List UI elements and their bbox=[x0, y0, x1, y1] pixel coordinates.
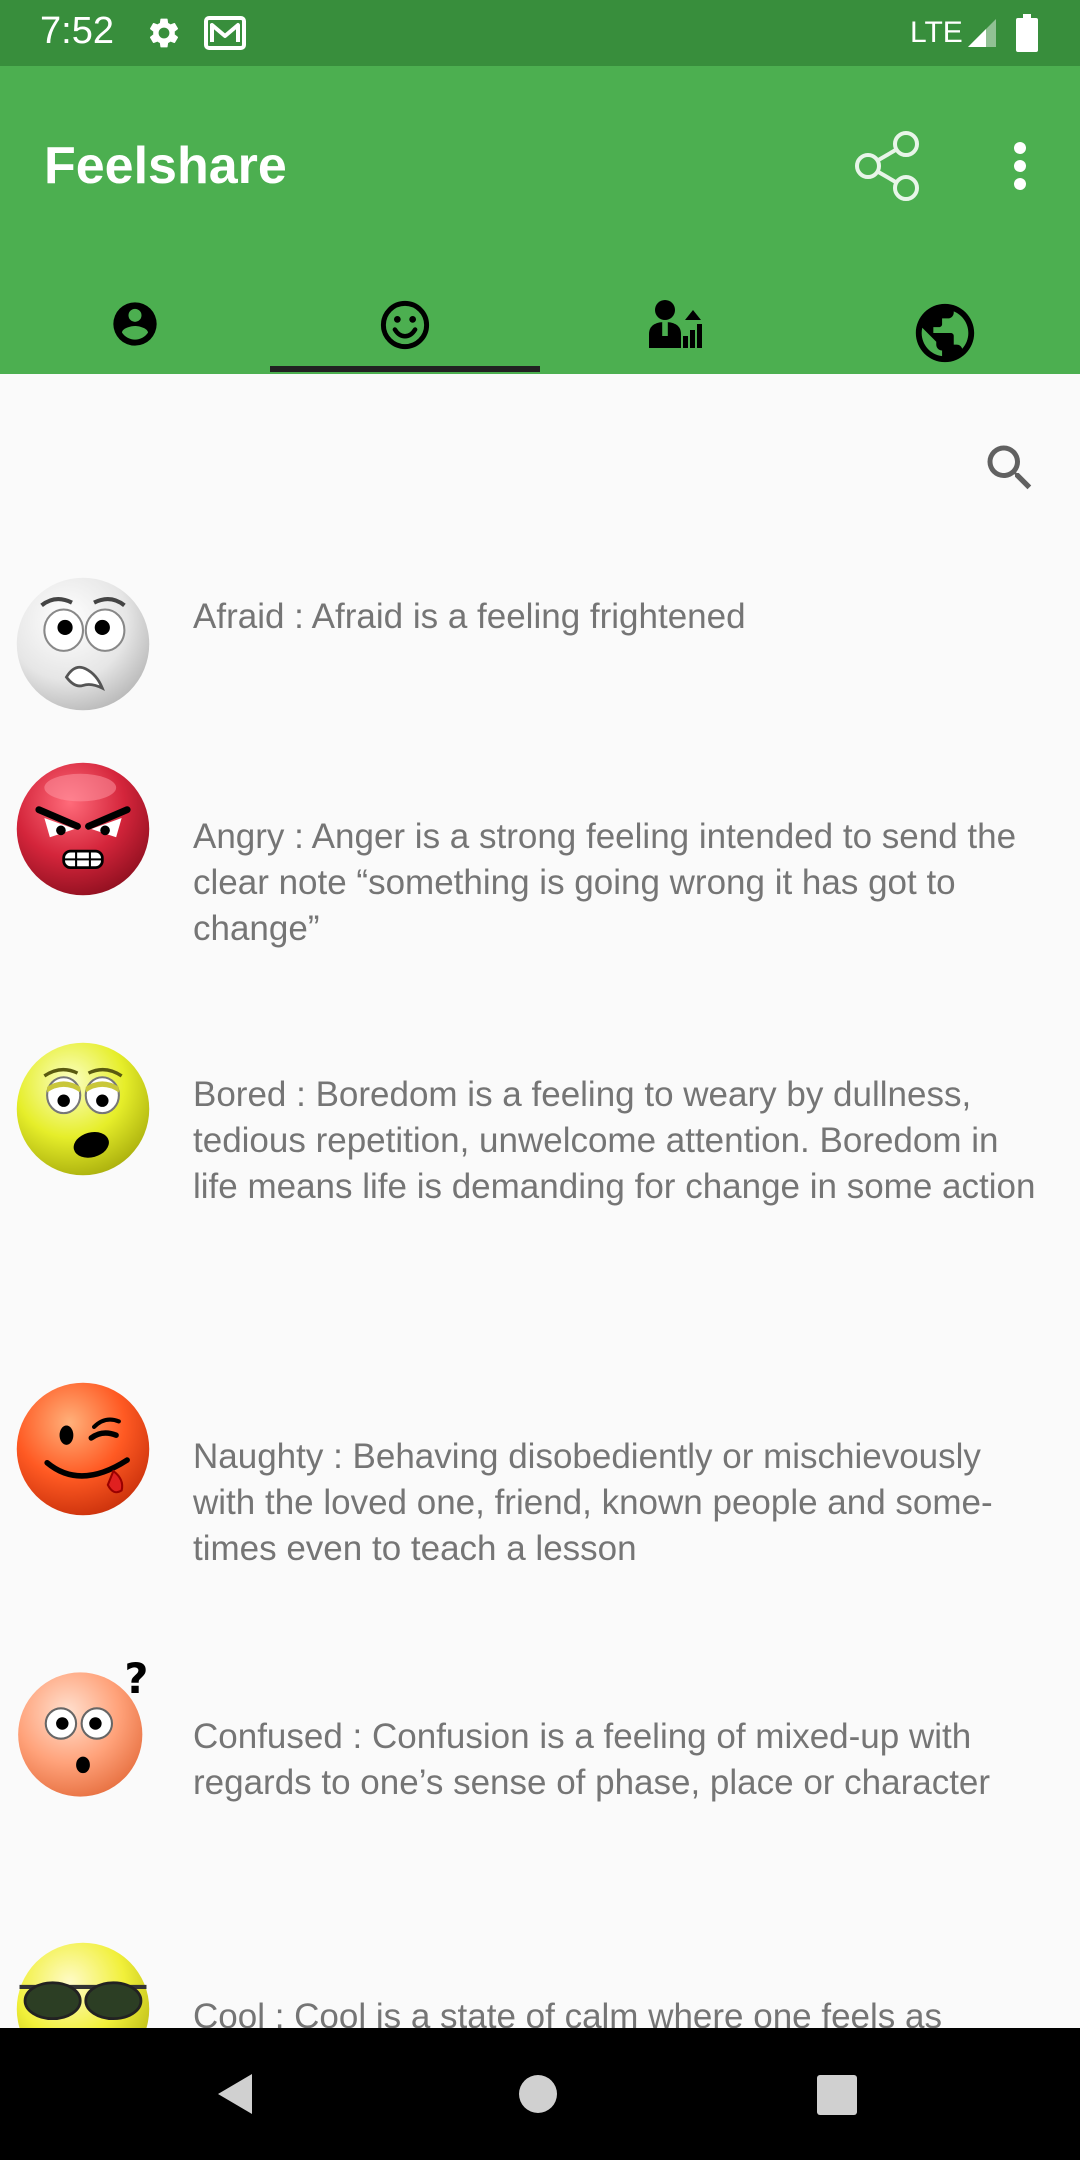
back-icon[interactable] bbox=[212, 2070, 260, 2118]
gear-icon bbox=[149, 18, 179, 48]
svg-text:?: ? bbox=[124, 1660, 148, 1703]
feelings-list: Afraid : Afraid is a feeling frightened bbox=[0, 560, 1080, 2028]
selected-tab-indicator bbox=[270, 366, 540, 372]
tab-bar bbox=[0, 298, 1080, 374]
list-item[interactable]: Naughty : Behaving disobediently or misc… bbox=[0, 1380, 1080, 1580]
list-item[interactable]: Afraid : Afraid is a feeling frightened bbox=[0, 560, 1080, 720]
feeling-description: Afraid : Afraid is a feeling frightened bbox=[193, 597, 746, 636]
home-icon[interactable] bbox=[518, 2074, 558, 2114]
person-chart-icon bbox=[649, 300, 702, 348]
search-icon[interactable] bbox=[980, 438, 1040, 498]
list-item[interactable]: Cool : Cool is a state of calm where one… bbox=[0, 1940, 1080, 2028]
feeling-description: Cool : Cool is a state of calm where one… bbox=[193, 1997, 942, 2028]
app-bar: Feelshare bbox=[0, 66, 1080, 374]
navigation-bar bbox=[0, 2028, 1080, 2160]
tab-feelings[interactable] bbox=[270, 298, 540, 374]
tab-insights[interactable] bbox=[540, 298, 810, 374]
battery-icon bbox=[1016, 14, 1038, 52]
feeling-description: Confused : Confusion is a feeling of mix… bbox=[193, 1717, 991, 1802]
globe-icon bbox=[915, 303, 975, 363]
naughty-emoji-icon bbox=[16, 1382, 150, 1516]
share-icon[interactable] bbox=[848, 126, 928, 206]
network-type: LTE bbox=[910, 16, 963, 49]
afraid-emoji-icon bbox=[16, 577, 150, 711]
gmail-icon bbox=[204, 16, 246, 50]
account-circle-icon bbox=[113, 302, 157, 346]
bored-emoji-icon bbox=[16, 1042, 150, 1176]
status-time: 7:52 bbox=[40, 10, 114, 52]
feeling-description: Angry : Anger is a strong feeling intend… bbox=[193, 817, 1017, 948]
more-vert-icon[interactable] bbox=[1000, 136, 1040, 196]
signal-icon bbox=[968, 19, 996, 47]
list-item[interactable]: Bored : Boredom is a feeling to weary by… bbox=[0, 1040, 1080, 1280]
status-bar: 7:52 LTE bbox=[0, 0, 1080, 66]
angry-emoji-icon bbox=[16, 762, 150, 896]
tab-profile[interactable] bbox=[0, 298, 270, 374]
cool-emoji-icon bbox=[16, 1942, 150, 2028]
recents-icon[interactable] bbox=[816, 2074, 858, 2116]
smiley-face-icon bbox=[380, 300, 430, 350]
tab-world[interactable] bbox=[810, 298, 1080, 374]
app-title: Feelshare bbox=[44, 137, 287, 195]
list-item[interactable]: Angry : Anger is a strong feeling intend… bbox=[0, 760, 1080, 960]
feeling-description: Naughty : Behaving disobediently or misc… bbox=[193, 1437, 993, 1568]
confused-emoji-icon: ? bbox=[18, 1660, 148, 1797]
feeling-description: Bored : Boredom is a feeling to weary by… bbox=[193, 1075, 1036, 1206]
list-item[interactable]: ? Confused : Confusion is a feeling of m… bbox=[0, 1660, 1080, 1860]
